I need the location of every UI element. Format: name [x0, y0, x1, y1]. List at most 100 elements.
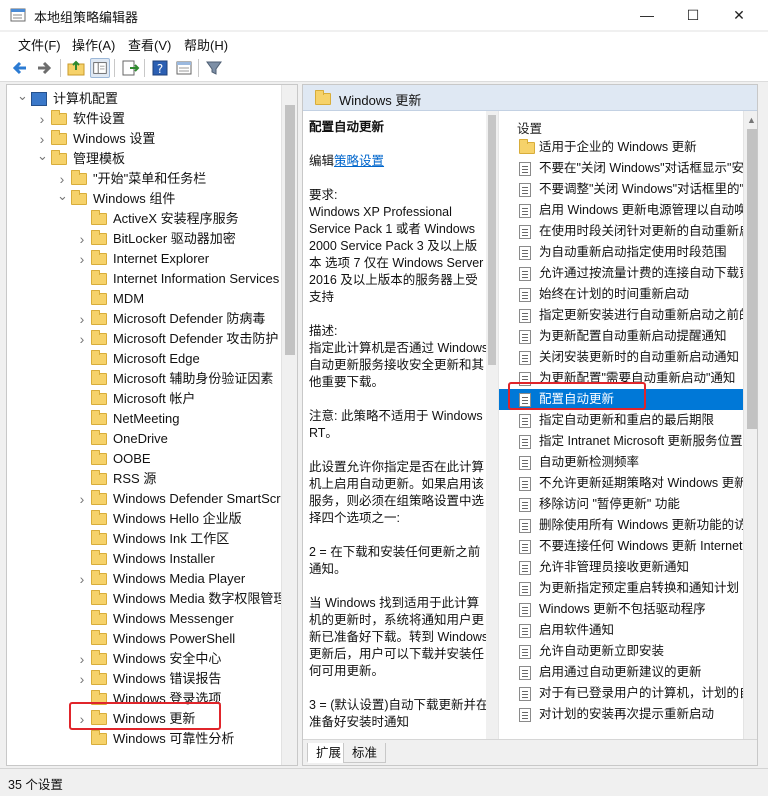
up-folder-icon[interactable]	[66, 58, 86, 78]
help-icon[interactable]: ?	[150, 58, 170, 78]
policy-setting-row[interactable]: 不要调整"关闭 Windows"对话框里的"安装更新并关机"默认选项	[499, 179, 743, 200]
tree-item[interactable]: Microsoft Edge	[7, 349, 281, 369]
policy-setting-row[interactable]: 为自动重新启动指定使用时段范围	[499, 242, 743, 263]
back-icon[interactable]	[10, 58, 30, 78]
tree-item[interactable]: Windows Ink 工作区	[7, 529, 281, 549]
export-list-icon[interactable]	[120, 58, 140, 78]
tree-item[interactable]: › BitLocker 驱动器加密	[7, 229, 281, 249]
policy-setting-row[interactable]: 关闭安装更新时的自动重新启动通知	[499, 347, 743, 368]
policy-setting-row[interactable]: 对计划的安装再次提示重新启动	[499, 704, 743, 725]
policy-setting-row[interactable]: 对于有已登录用户的计算机，计划的自动更新安装不执行重新启动	[499, 683, 743, 704]
close-button[interactable]: ✕	[716, 0, 762, 30]
expand-arrow-icon[interactable]: ›	[77, 489, 87, 509]
policy-setting-row[interactable]: 始终在计划的时间重新启动	[499, 284, 743, 305]
forward-icon[interactable]	[34, 58, 54, 78]
policy-setting-row[interactable]: 启用 Windows 更新电源管理以自动唤醒系统来安装计划的更新	[499, 200, 743, 221]
policy-setting-row[interactable]: 不要在"关闭 Windows"对话框显示"安装更新并关机"	[499, 158, 743, 179]
tree-item[interactable]: Internet Information Services	[7, 269, 281, 289]
policy-setting-row[interactable]: 指定 Intranet Microsoft 更新服务位置	[499, 431, 743, 452]
tree-item[interactable]: Windows PowerShell	[7, 629, 281, 649]
tree-item[interactable]: ⌄ 计算机配置	[7, 89, 281, 109]
tree-item[interactable]: RSS 源	[7, 469, 281, 489]
tree-item[interactable]: Windows Hello 企业版	[7, 509, 281, 529]
tree-item[interactable]: ⌄ 管理模板	[7, 149, 281, 169]
expand-arrow-icon[interactable]: ›	[77, 669, 87, 689]
policy-setting-row[interactable]: 自动更新检测频率	[499, 452, 743, 473]
tree-item[interactable]: OneDrive	[7, 429, 281, 449]
policy-setting-row[interactable]: 允许自动更新立即安装	[499, 641, 743, 662]
settings-scrollbar-thumb[interactable]	[747, 129, 757, 429]
tree-item[interactable]: ⌄ Windows 组件	[7, 189, 281, 209]
tree-item[interactable]: › Windows 安全中心	[7, 649, 281, 669]
policy-setting-row[interactable]: 允许通过按流量计费的连接自动下载更新	[499, 263, 743, 284]
filter-icon[interactable]	[204, 58, 224, 78]
tree-item[interactable]: OOBE	[7, 449, 281, 469]
menu-file[interactable]: 文件(F)	[18, 35, 61, 54]
expand-arrow-icon[interactable]: ›	[77, 229, 87, 249]
tree-item[interactable]: › Windows Defender SmartScr	[7, 489, 281, 509]
collapse-arrow-icon[interactable]: ⌄	[17, 89, 28, 109]
tree-item[interactable]: › Windows Media Player	[7, 569, 281, 589]
tree-item[interactable]: Windows Installer	[7, 549, 281, 569]
tree-item[interactable]: ActiveX 安装程序服务	[7, 209, 281, 229]
tree-item[interactable]: Windows Media 数字权限管理	[7, 589, 286, 609]
tree-scrollbar-thumb[interactable]	[285, 105, 295, 355]
policy-setting-row[interactable]: 为更新指定预定重启转换和通知计划	[499, 578, 743, 599]
tree-item[interactable]: Microsoft 帐户	[7, 389, 281, 409]
menu-view[interactable]: 查看(V)	[128, 35, 171, 54]
expand-arrow-icon[interactable]: ›	[57, 169, 67, 189]
tree-item[interactable]: › Windows 设置	[7, 129, 281, 149]
expand-arrow-icon[interactable]: ›	[77, 329, 87, 349]
policy-setting-row[interactable]: 不要连接任何 Windows 更新 Internet 位置	[499, 536, 743, 557]
policy-setting-icon	[519, 456, 531, 470]
maximize-button[interactable]: ☐	[670, 0, 716, 30]
policy-setting-row[interactable]: 启用通过自动更新建议的更新	[499, 662, 743, 683]
policy-setting-row[interactable]: 指定自动更新和重启的最后期限	[499, 410, 743, 431]
policy-setting-row[interactable]: 删除使用所有 Windows 更新功能的访问权限	[499, 515, 743, 536]
properties-icon[interactable]	[174, 58, 194, 78]
expand-arrow-icon[interactable]: ›	[37, 109, 47, 129]
tree-item[interactable]: › 软件设置	[7, 109, 281, 129]
show-hide-tree-icon[interactable]	[90, 58, 110, 78]
policy-setting-row[interactable]: Windows 更新不包括驱动程序	[499, 599, 743, 620]
tab-standard[interactable]: 标准	[343, 743, 387, 763]
tree-item[interactable]: › "开始"菜单和任务栏	[7, 169, 281, 189]
tree-item[interactable]: › Internet Explorer	[7, 249, 281, 269]
tree-item[interactable]: NetMeeting	[7, 409, 281, 429]
tree-item[interactable]: › Windows 错误报告	[7, 669, 281, 689]
expand-arrow-icon[interactable]: ›	[37, 129, 47, 149]
minimize-button[interactable]: —	[624, 0, 670, 30]
collapse-arrow-icon[interactable]: ⌄	[37, 149, 48, 169]
settings-scrollbar[interactable]: ▲	[743, 111, 757, 739]
policy-setting-row[interactable]: 移除访问 "暂停更新" 功能	[499, 494, 743, 515]
menu-action[interactable]: 操作(A)	[72, 35, 115, 54]
tree-item[interactable]: Windows Messenger	[7, 609, 281, 629]
settings-folder-row[interactable]: 适用于企业的 Windows 更新	[499, 137, 743, 158]
tree-item[interactable]: › Microsoft Defender 防病毒	[7, 309, 281, 329]
expand-arrow-icon[interactable]: ›	[77, 569, 87, 589]
expand-arrow-icon[interactable]: ›	[77, 309, 87, 329]
tree-item[interactable]: Microsoft 辅助身份验证因素	[7, 369, 281, 389]
tree-item-label: Windows 安全中心	[113, 651, 222, 666]
tree-item[interactable]: MDM	[7, 289, 281, 309]
policy-setting-row[interactable]: 在使用时段关闭针对更新的自动重新启动	[499, 221, 743, 242]
policy-setting-icon	[519, 477, 531, 491]
collapse-arrow-icon[interactable]: ⌄	[57, 189, 68, 209]
edit-policy-link[interactable]: 策略设置	[334, 154, 384, 168]
description-scrollbar[interactable]	[486, 111, 498, 739]
policy-setting-row[interactable]: 允许非管理员接收更新通知	[499, 557, 743, 578]
settings-column-header[interactable]: 设置	[517, 118, 542, 137]
tree-scrollbar[interactable]	[281, 85, 297, 765]
policy-setting-row[interactable]: 启用软件通知	[499, 620, 743, 641]
tree-item[interactable]: › Microsoft Defender 攻击防护	[7, 329, 281, 349]
policy-setting-row[interactable]: 为更新配置自动重新启动提醒通知	[499, 326, 743, 347]
menu-help[interactable]: 帮助(H)	[184, 35, 228, 54]
description-paragraph: 注意: 此策略不适用于 Windows RT。	[309, 409, 483, 440]
policy-setting-row[interactable]: 不允许更新延期策略对 Windows 更新执行扫描	[499, 473, 743, 494]
tree-item[interactable]: Windows 可靠性分析	[7, 729, 281, 749]
expand-arrow-icon[interactable]: ›	[77, 649, 87, 669]
policy-setting-row[interactable]: 指定更新安装进行自动重新启动之前的截止日期	[499, 305, 743, 326]
description-scrollbar-thumb[interactable]	[488, 115, 496, 365]
expand-arrow-icon[interactable]: ›	[77, 249, 87, 269]
scroll-up-icon[interactable]: ▲	[747, 115, 756, 125]
